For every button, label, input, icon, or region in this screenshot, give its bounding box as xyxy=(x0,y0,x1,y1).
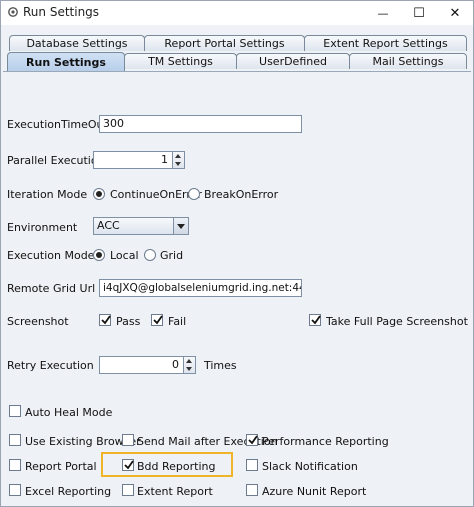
tab-label: UserDefined xyxy=(259,55,327,68)
slack-notification-checkbox[interactable] xyxy=(246,459,258,471)
performance-reporting-checkbox[interactable] xyxy=(246,434,258,446)
azure-nunit-report-checkbox[interactable] xyxy=(246,484,258,496)
screenshot-label: Screenshot xyxy=(7,315,69,328)
radio-local[interactable] xyxy=(93,249,105,261)
title-bar: Run Settings — ☐ ✕ xyxy=(1,1,473,25)
tab-label: Mail Settings xyxy=(372,55,444,68)
tab-label: Database Settings xyxy=(26,37,128,50)
spinner-arrows[interactable] xyxy=(172,151,185,169)
pass-checkbox[interactable] xyxy=(99,314,111,326)
spinner-up-icon[interactable] xyxy=(175,154,181,158)
extent-report-label: Extent Report xyxy=(137,485,213,498)
tab-label: Extent Report Settings xyxy=(323,37,448,50)
minimize-button[interactable]: — xyxy=(365,1,401,25)
parallel-execution-label: Parallel Execution xyxy=(7,154,105,167)
radio-break-on-error[interactable] xyxy=(188,188,200,200)
tab-userdefined[interactable]: UserDefined xyxy=(236,53,350,69)
check-icon xyxy=(101,315,111,325)
environment-value: ACC xyxy=(97,219,120,232)
parallel-execution-value[interactable]: 1 xyxy=(93,151,173,169)
maximize-button[interactable]: ☐ xyxy=(401,1,437,25)
tab-database-settings[interactable]: Database Settings xyxy=(9,35,145,51)
tab-mail-settings[interactable]: Mail Settings xyxy=(349,53,467,69)
tab-tm-settings[interactable]: TM Settings xyxy=(124,53,237,69)
environment-dropdown[interactable]: ACC xyxy=(93,217,189,235)
send-mail-after-execution-checkbox[interactable] xyxy=(122,434,134,446)
tab-label: TM Settings xyxy=(148,55,213,68)
retry-execution-spinner[interactable]: 0 xyxy=(99,356,197,374)
remote-grid-url-label: Remote Grid Url xyxy=(7,282,96,295)
retry-times-label: Times xyxy=(204,359,237,372)
excel-reporting-label: Excel Reporting xyxy=(25,485,112,498)
spinner-up-icon[interactable] xyxy=(186,359,192,363)
environment-label: Environment xyxy=(7,221,78,234)
tab-extent-report-settings[interactable]: Extent Report Settings xyxy=(304,35,467,51)
check-icon xyxy=(124,460,134,470)
auto-heal-mode-checkbox[interactable] xyxy=(9,405,21,417)
remote-grid-url-input[interactable]: i4qJXQ@globalseleniumgrid.ing.net:443/wd… xyxy=(99,279,302,297)
use-existing-browser-checkbox[interactable] xyxy=(9,434,21,446)
run-settings-panel: ExecutionTimeOut 300 Parallel Execution … xyxy=(3,71,471,506)
parallel-execution-spinner[interactable]: 1 xyxy=(93,151,186,169)
check-icon xyxy=(311,315,321,325)
bdd-reporting-checkbox[interactable] xyxy=(122,459,134,471)
window-title: Run Settings xyxy=(23,5,100,19)
check-icon xyxy=(248,435,258,445)
extent-report-checkbox[interactable] xyxy=(122,484,134,496)
azure-nunit-report-label: Azure Nunit Report xyxy=(262,485,367,498)
tab-label: Run Settings xyxy=(26,55,106,69)
fail-checkbox[interactable] xyxy=(151,314,163,326)
retry-execution-value[interactable]: 0 xyxy=(99,356,184,374)
break-on-error-label: BreakOnError xyxy=(204,188,279,201)
performance-reporting-label: Performance Reporting xyxy=(262,435,389,448)
execution-timeout-input[interactable]: 300 xyxy=(99,115,302,133)
app-gear-icon xyxy=(8,7,18,17)
execution-timeout-label: ExecutionTimeOut xyxy=(7,118,108,131)
close-icon: ✕ xyxy=(449,5,461,21)
fail-label: Fail xyxy=(168,315,187,328)
close-button[interactable]: ✕ xyxy=(437,1,473,25)
auto-heal-mode-label: Auto Heal Mode xyxy=(25,406,113,419)
excel-reporting-checkbox[interactable] xyxy=(9,484,21,496)
tab-strip: Database Settings Report Portal Settings… xyxy=(1,25,473,71)
run-settings-window: Run Settings — ☐ ✕ Database Settings Rep… xyxy=(0,0,474,507)
radio-continue-on-error[interactable] xyxy=(93,188,105,200)
report-portal-label: Report Portal xyxy=(25,460,97,473)
spinner-down-icon[interactable] xyxy=(186,367,192,371)
grid-label: Grid xyxy=(160,249,184,262)
chevron-down-icon[interactable] xyxy=(173,218,188,234)
tab-report-portal-settings[interactable]: Report Portal Settings xyxy=(144,35,305,51)
slack-notification-label: Slack Notification xyxy=(262,460,358,473)
report-portal-checkbox[interactable] xyxy=(9,459,21,471)
spinner-down-icon[interactable] xyxy=(175,162,181,166)
local-label: Local xyxy=(110,249,139,262)
pass-label: Pass xyxy=(116,315,141,328)
spinner-arrows[interactable] xyxy=(183,356,196,374)
tab-label: Report Portal Settings xyxy=(164,37,285,50)
bdd-reporting-label: Bdd Reporting xyxy=(137,460,216,473)
tab-run-settings[interactable]: Run Settings xyxy=(7,52,125,71)
maximize-icon: ☐ xyxy=(413,5,425,21)
iteration-mode-label: Iteration Mode xyxy=(7,188,88,201)
radio-grid[interactable] xyxy=(144,249,156,261)
full-page-screenshot-label: Take Full Page Screenshot xyxy=(326,315,468,328)
full-page-screenshot-checkbox[interactable] xyxy=(309,314,321,326)
minimize-icon: — xyxy=(377,6,389,20)
execution-mode-label: Execution Mode xyxy=(7,249,95,262)
retry-execution-label: Retry Execution xyxy=(7,359,94,372)
check-icon xyxy=(153,315,163,325)
